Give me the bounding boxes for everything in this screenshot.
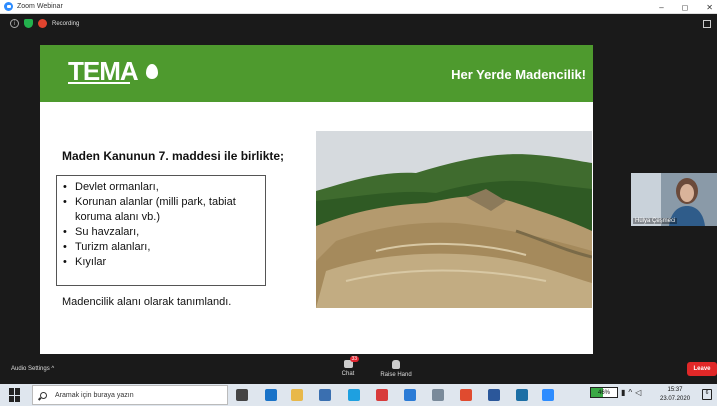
mail-icon[interactable] <box>404 389 416 401</box>
taskbar-clock[interactable]: 15:37 23.07.2020 <box>660 386 690 404</box>
slide-title: Her Yerde Madencilik! <box>451 67 586 82</box>
chat-button[interactable]: 33 Chat <box>338 356 360 377</box>
window-titlebar: Zoom Webinar – ◻ ✕ <box>0 0 717 14</box>
hand-icon <box>392 360 400 369</box>
mining-site-photo <box>316 131 592 308</box>
audio-settings-label: Audio Settings <box>11 366 50 372</box>
edge-browser-icon[interactable] <box>265 389 277 401</box>
mic-icon[interactable]: ▮ <box>621 388 625 397</box>
list-item: Devlet ormanları, <box>63 180 265 195</box>
list-item: Turizm alanları, <box>63 240 265 255</box>
meeting-control-bar: Audio Settings ^ 33 Chat Raise Hand Leav… <box>0 356 717 384</box>
recording-icon <box>38 19 47 28</box>
search-icon <box>40 391 47 399</box>
maximize-icon[interactable]: ◻ <box>682 3 689 12</box>
slide-footer-text: Madencilik alanı olarak tanımlandı. <box>62 296 232 308</box>
office-app-icon[interactable] <box>376 389 388 401</box>
minimize-icon[interactable]: – <box>659 3 663 12</box>
battery-indicator[interactable]: 46% <box>590 387 618 398</box>
protected-areas-list: Devlet ormanları, Korunan alanlar (milli… <box>56 175 266 286</box>
raise-hand-label: Raise Hand <box>380 372 412 378</box>
paint-icon[interactable] <box>432 389 444 401</box>
zoom-app-icon <box>4 2 13 11</box>
task-view-icon[interactable] <box>236 389 248 401</box>
encryption-shield-icon[interactable] <box>24 19 33 28</box>
slide-header: TEMA Her Yerde Madencilik! <box>40 45 593 102</box>
raise-hand-button[interactable]: Raise Hand <box>377 360 415 378</box>
chat-label: Chat <box>341 371 355 377</box>
chevron-up-icon[interactable]: ^ <box>628 388 632 397</box>
chat-unread-badge: 33 <box>349 356 360 362</box>
os-taskbar: Aramak için buraya yazın 46% ▮ ^ ◁ 15:37… <box>0 384 717 406</box>
meeting-info-icon[interactable]: i <box>10 19 19 28</box>
participant-video[interactable]: Hülya Çeşmeci <box>631 173 717 226</box>
window-controls: – ◻ ✕ <box>659 0 713 14</box>
tema-logo: TEMA <box>68 56 139 86</box>
audio-settings-button[interactable]: Audio Settings ^ <box>11 366 54 372</box>
window-title: Zoom Webinar <box>17 3 63 10</box>
list-item: Korunan alanlar (milli park, tabiat koru… <box>63 195 265 225</box>
close-icon[interactable]: ✕ <box>706 3 713 12</box>
recording-label: Recording <box>52 20 80 27</box>
volume-icon[interactable]: ◁ <box>635 388 641 397</box>
clock-time: 15:37 <box>667 387 683 393</box>
clock-date: 23.07.2020 <box>660 396 691 402</box>
l-app-icon[interactable] <box>348 389 360 401</box>
water-drop-icon <box>146 64 158 79</box>
zoom-taskbar-icon[interactable] <box>542 389 554 401</box>
photos-icon[interactable] <box>516 389 528 401</box>
store-icon[interactable] <box>319 389 331 401</box>
search-placeholder: Aramak için buraya yazın <box>55 391 134 399</box>
list-item: Su havzaları, <box>63 225 265 240</box>
slide-heading: Maden Kanunun 7. maddesi ile birlikte; <box>62 149 285 163</box>
participant-name: Hülya Çeşmeci <box>633 218 678 224</box>
meeting-status-bar: i Recording <box>10 19 79 28</box>
list-item: Kıyılar <box>63 255 265 270</box>
chrome-icon[interactable] <box>460 389 472 401</box>
leave-button[interactable]: Leave <box>687 362 717 376</box>
chevron-up-icon: ^ <box>51 366 55 372</box>
system-tray: 46% ▮ ^ ◁ <box>590 387 641 398</box>
taskbar-search-input[interactable]: Aramak için buraya yazın <box>32 385 228 405</box>
windows-start-icon[interactable] <box>9 388 23 402</box>
notification-center-icon[interactable]: 6 <box>702 389 712 400</box>
file-explorer-icon[interactable] <box>291 389 303 401</box>
chat-icon: 33 <box>343 356 360 368</box>
word-icon[interactable] <box>488 389 500 401</box>
shared-slide: TEMA Her Yerde Madencilik! Maden Kanunun… <box>40 45 593 354</box>
fullscreen-icon[interactable] <box>703 20 711 28</box>
meeting-stage: i Recording TEMA Her Yerde Madencilik! M… <box>0 14 717 357</box>
